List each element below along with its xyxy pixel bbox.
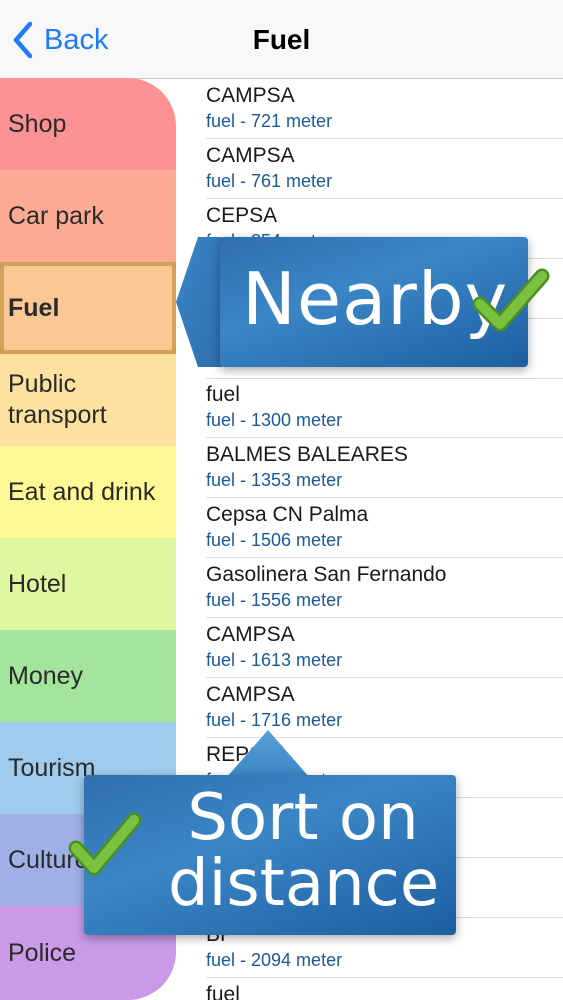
list-item[interactable]: Cepsa CN Palma fuel - 1506 meter (206, 497, 563, 558)
list-item[interactable]: CAMPSA fuel - 721 meter (206, 78, 563, 139)
list-item-title: CAMPSA (206, 144, 295, 167)
sidebar-item-label: Fuel (8, 293, 60, 322)
list-item-title: fuel (206, 983, 240, 1000)
callout-pointer (226, 730, 310, 778)
sort-callout-text: Sort on distance (168, 781, 440, 921)
checkmark-icon (68, 812, 142, 876)
list-item-distance: fuel - 1556 meter (206, 590, 343, 610)
sidebar-item-money[interactable]: Money (0, 630, 176, 722)
list-item-distance: fuel - 1300 meter (206, 410, 343, 430)
sidebar-item-label: Public transport (8, 370, 107, 429)
list-item[interactable]: CAMPSA fuel - 1716 meter (206, 677, 563, 738)
list-item-distance: fuel - 761 meter (206, 171, 333, 191)
list-item[interactable]: Gasolinera San Fernando fuel - 1556 mete… (206, 557, 563, 618)
list-item[interactable]: fuel fuel - 1300 meter (206, 377, 563, 438)
list-item-title: CAMPSA (206, 84, 295, 107)
sort-callout-line2: distance (168, 847, 440, 921)
list-item-distance: fuel - 1506 meter (206, 530, 343, 550)
sort-callout-line1: Sort on (187, 781, 419, 855)
list-item-title: CEPSA (206, 204, 278, 227)
list-item-distance: fuel - 1613 meter (206, 650, 343, 670)
sidebar-item-eat-and-drink[interactable]: Eat and drink (0, 446, 176, 538)
sidebar-item-label: Tourism (8, 753, 96, 782)
nearby-callout-text: Nearby (242, 257, 509, 341)
navigation-bar: Back Fuel (0, 0, 563, 79)
sidebar-item-label: Shop (8, 109, 67, 138)
list-item-distance: fuel - 1353 meter (206, 470, 343, 490)
list-item-title: CAMPSA (206, 623, 295, 646)
checkmark-icon (472, 268, 550, 332)
list-item[interactable]: fuel (206, 977, 563, 1000)
sidebar-item-label: Eat and drink (8, 477, 156, 506)
callout-pointer (176, 237, 222, 367)
sidebar-item-label: Police (8, 938, 77, 967)
sidebar-item-label: Money (8, 661, 84, 690)
list-item-title: fuel (206, 383, 240, 406)
list-item-title: Cepsa CN Palma (206, 503, 369, 526)
sidebar-item-hotel[interactable]: Hotel (0, 538, 176, 630)
sidebar-item-label: Car park (8, 201, 104, 230)
sidebar-item-label: Hotel (8, 569, 67, 598)
list-item-distance: fuel - 1716 meter (206, 710, 343, 730)
list-item-title: CAMPSA (206, 683, 295, 706)
sidebar-item-shop[interactable]: Shop (0, 78, 176, 170)
list-item[interactable]: CAMPSA fuel - 1613 meter (206, 617, 563, 678)
list-item-distance: fuel - 2094 meter (206, 950, 343, 970)
sidebar-item-public-transport[interactable]: Public transport (0, 354, 176, 446)
page-title: Fuel (252, 24, 311, 55)
list-item-title: BALMES BALEARES (206, 443, 408, 466)
list-item[interactable]: CAMPSA fuel - 761 meter (206, 138, 563, 199)
sidebar-item-fuel[interactable]: Fuel (0, 262, 176, 354)
list-item-distance: fuel - 721 meter (206, 111, 333, 131)
list-item[interactable]: BALMES BALEARES fuel - 1353 meter (206, 437, 563, 498)
list-item-title: Gasolinera San Fernando (206, 563, 447, 586)
sidebar-item-car-park[interactable]: Car park (0, 170, 176, 262)
